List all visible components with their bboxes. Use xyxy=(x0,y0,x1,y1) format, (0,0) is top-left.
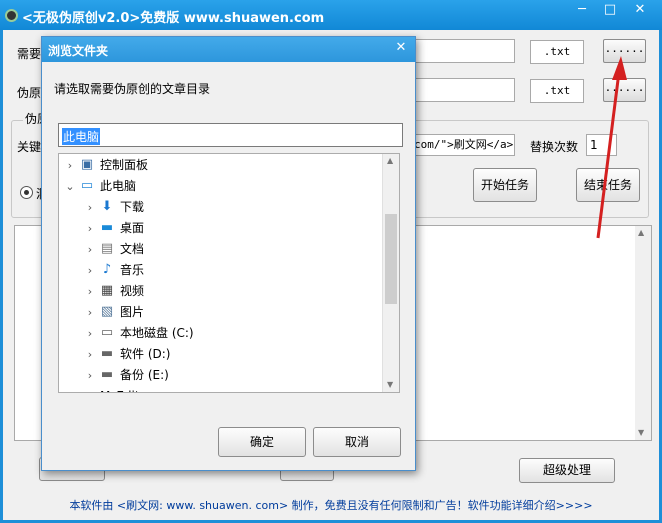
tree-item[interactable]: › ▦ 视频 xyxy=(59,281,383,302)
tree-item-label: 下载 xyxy=(120,200,145,214)
tree-item-label: 视频 xyxy=(120,284,145,298)
control-panel-icon: ▣ xyxy=(80,157,94,172)
picture-icon: ▧ xyxy=(100,304,114,319)
cancel-button[interactable]: 取消 xyxy=(313,427,401,457)
tree-item-label: 桌面 xyxy=(120,221,145,235)
chevron-right-icon[interactable]: › xyxy=(85,344,95,365)
desktop-icon: ▬ xyxy=(100,220,114,235)
tree-item-label: 此电脑 xyxy=(100,179,137,193)
tree-item[interactable]: › ⬇ 下载 xyxy=(59,197,383,218)
tree-scroll-up-icon[interactable]: ▲ xyxy=(387,156,393,165)
drive-icon: ▬ xyxy=(100,367,114,382)
tree-item-label: 软件 (D:) xyxy=(120,347,171,361)
tree-item-label: M_Edit... xyxy=(100,386,151,392)
tree-scroll-down-icon[interactable]: ▼ xyxy=(387,380,393,389)
music-icon: ♪ xyxy=(102,262,112,277)
chevron-right-icon[interactable]: › xyxy=(65,155,75,176)
computer-icon: ▭ xyxy=(80,178,94,193)
folder-path-value: 此电脑 xyxy=(62,128,101,145)
document-icon: ▤ xyxy=(100,241,114,256)
tree-item[interactable]: › ▬ 软件 (D:) xyxy=(59,344,383,365)
tree-item-label: 图片 xyxy=(120,305,145,319)
dialog-title: 浏览文件夹 xyxy=(48,44,109,58)
chevron-right-icon[interactable]: › xyxy=(65,386,75,392)
tree-item-label: 控制面板 xyxy=(100,158,149,172)
chevron-right-icon[interactable]: › xyxy=(85,239,95,260)
tree-item[interactable]: › ▬ 备份 (E:) xyxy=(59,365,383,386)
tree-item[interactable]: › ▬ M_Edit... xyxy=(59,386,383,393)
tree-scroll-thumb[interactable] xyxy=(385,214,397,304)
tree-item[interactable]: › ▤ 文档 xyxy=(59,239,383,260)
chevron-right-icon[interactable]: › xyxy=(85,323,95,344)
folder-icon: ▬ xyxy=(79,389,95,393)
tree-item[interactable]: › ♪ 音乐 xyxy=(59,260,383,281)
download-icon: ⬇ xyxy=(101,199,113,214)
tree-scrollbar[interactable]: ▲ ▼ xyxy=(382,154,399,392)
chevron-right-icon[interactable]: › xyxy=(85,365,95,386)
chevron-right-icon[interactable]: › xyxy=(85,260,95,281)
tree-item[interactable]: › ▧ 图片 xyxy=(59,302,383,323)
chevron-right-icon[interactable]: › xyxy=(85,197,95,218)
chevron-right-icon[interactable]: › xyxy=(85,218,95,239)
tree-item-label: 备份 (E:) xyxy=(120,368,169,382)
tree-item-label: 本地磁盘 (C:) xyxy=(120,326,194,340)
drive-icon: ▬ xyxy=(100,346,114,361)
tree-item[interactable]: ⌄ ▭ 此电脑 xyxy=(59,176,383,197)
folder-tree[interactable]: › ▣ 控制面板 ⌄ ▭ 此电脑 › ⬇ 下载 › ▬ 桌面 › ▤ 文档 › ♪ 音乐 › ▦ 视频 › ▧ 图片 › ▭ 本地磁… xyxy=(58,153,400,393)
chevron-down-icon[interactable]: ⌄ xyxy=(65,176,75,197)
dialog-prompt: 请选取需要伪原创的文章目录 xyxy=(54,82,211,96)
video-icon: ▦ xyxy=(100,283,114,298)
folder-path-input[interactable]: 此电脑 xyxy=(58,123,403,147)
ok-button[interactable]: 确定 xyxy=(218,427,306,457)
tree-item[interactable]: › ▬ 桌面 xyxy=(59,218,383,239)
chevron-right-icon[interactable]: › xyxy=(85,281,95,302)
tree-item-label: 文档 xyxy=(120,242,145,256)
tree-item[interactable]: › ▣ 控制面板 xyxy=(59,155,383,176)
windows-drive-icon: ▭ xyxy=(100,325,114,340)
dialog-close-button[interactable]: ✕ xyxy=(391,39,411,57)
browse-folder-dialog: 浏览文件夹 ✕ 请选取需要伪原创的文章目录 此电脑 › ▣ 控制面板 ⌄ ▭ 此电脑 › ⬇ 下… xyxy=(41,36,416,471)
chevron-right-icon[interactable]: › xyxy=(85,302,95,323)
tree-item[interactable]: › ▭ 本地磁盘 (C:) xyxy=(59,323,383,344)
tree-item-label: 音乐 xyxy=(120,263,145,277)
